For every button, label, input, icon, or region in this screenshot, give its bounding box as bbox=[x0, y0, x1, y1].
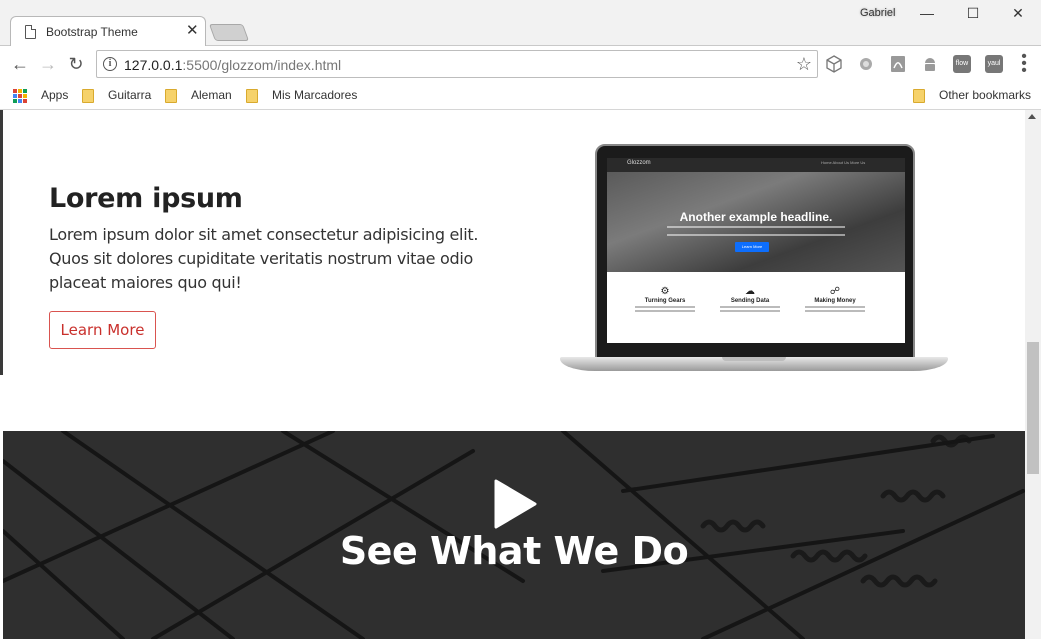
tab-title: Bootstrap Theme bbox=[46, 25, 138, 39]
close-tab-icon[interactable]: ✕ bbox=[186, 22, 199, 40]
browser-toolbar: ← → ↻ i 127.0.0.1:5500/glozzom/index.htm… bbox=[0, 46, 1041, 82]
browser-tab[interactable]: Bootstrap Theme ✕ bbox=[10, 16, 206, 47]
new-tab-button[interactable] bbox=[208, 24, 250, 41]
section-text: Lorem ipsum dolor sit amet consectetur a… bbox=[49, 225, 479, 292]
page-viewport: Lorem ipsum Lorem ipsum dolor sit amet c… bbox=[0, 110, 1025, 639]
bookmarks-bar: Apps Guitarra Aleman Mis Marcadores Othe… bbox=[0, 82, 1041, 110]
flow-extension-icon[interactable]: flow bbox=[953, 55, 971, 73]
apps-grid-icon[interactable] bbox=[13, 89, 27, 103]
pdf-extension-icon[interactable] bbox=[889, 55, 907, 73]
bookmark-guitarra[interactable]: Guitarra bbox=[108, 88, 151, 102]
bookmark-mis-marcadores[interactable]: Mis Marcadores bbox=[272, 88, 357, 102]
yaul-extension-icon[interactable]: yaul bbox=[985, 55, 1003, 73]
maximize-button[interactable]: ☐ bbox=[963, 4, 983, 22]
learn-more-button[interactable]: Learn More bbox=[49, 311, 156, 349]
cart-icon: ☍ bbox=[829, 286, 841, 297]
android-extension-icon[interactable] bbox=[921, 55, 939, 73]
scroll-up-icon[interactable] bbox=[1028, 114, 1036, 119]
laptop-lid: Glozzom Home About Us More Us Another ex… bbox=[595, 144, 915, 359]
url-text[interactable]: 127.0.0.1:5500/glozzom/index.html bbox=[124, 57, 341, 73]
bookmark-other[interactable]: Other bookmarks bbox=[939, 88, 1031, 102]
screen-hero-button: Learn More bbox=[735, 242, 769, 252]
screen-nav-links: Home About Us More Us bbox=[821, 160, 866, 165]
document-icon bbox=[25, 25, 36, 39]
section-title: Lorem ipsum bbox=[49, 183, 243, 214]
gear-icon: ⚙ bbox=[660, 286, 670, 297]
address-bar[interactable]: i 127.0.0.1:5500/glozzom/index.html ☆ bbox=[96, 50, 818, 78]
page-scrollbar[interactable] bbox=[1025, 110, 1041, 639]
play-icon[interactable] bbox=[493, 479, 537, 529]
back-button[interactable]: ← bbox=[10, 54, 30, 74]
screen-brand: Glozzom bbox=[627, 160, 651, 166]
folder-icon bbox=[246, 89, 258, 103]
circle-extension-icon[interactable] bbox=[857, 55, 875, 73]
cube-extension-icon[interactable] bbox=[825, 55, 843, 73]
bookmark-star-icon[interactable]: ☆ bbox=[796, 54, 812, 75]
tab-strip: Bootstrap Theme ✕ Gabriel — ☐ ✕ bbox=[0, 0, 1041, 47]
profile-name[interactable]: Gabriel bbox=[860, 7, 895, 19]
cloud-icon: ☁ bbox=[745, 286, 755, 297]
bookmark-apps[interactable]: Apps bbox=[41, 88, 68, 102]
laptop-image: Glozzom Home About Us More Us Another ex… bbox=[560, 144, 948, 384]
screen-hero-title: Another example headline. bbox=[679, 210, 833, 224]
screen-hero-subtext bbox=[667, 226, 845, 236]
laptop-notch bbox=[722, 357, 786, 361]
minimize-button[interactable]: — bbox=[917, 4, 937, 22]
bookmark-aleman[interactable]: Aleman bbox=[191, 88, 232, 102]
screen-feature: ⚙ Turning Gears bbox=[625, 286, 705, 312]
scroll-thumb[interactable] bbox=[1027, 342, 1039, 474]
browser-menu-icon[interactable]: • • • bbox=[1018, 49, 1030, 79]
folder-icon bbox=[913, 89, 925, 103]
screen-feature: ☁ Sending Data bbox=[710, 286, 790, 312]
window-edge bbox=[0, 110, 3, 375]
close-window-button[interactable]: ✕ bbox=[1008, 4, 1028, 22]
video-section: See What We Do bbox=[3, 431, 1025, 639]
folder-icon bbox=[82, 89, 94, 103]
laptop-screen: Glozzom Home About Us More Us Another ex… bbox=[607, 158, 905, 343]
video-title: See What We Do bbox=[339, 529, 689, 573]
reload-button[interactable]: ↻ bbox=[66, 54, 86, 74]
screen-feature: ☍ Making Money bbox=[795, 286, 875, 312]
screen-hero: Another example headline. Learn More bbox=[607, 172, 905, 272]
info-icon[interactable]: i bbox=[103, 57, 117, 71]
folder-icon bbox=[165, 89, 177, 103]
screen-navbar: Glozzom Home About Us More Us bbox=[607, 158, 905, 172]
forward-button[interactable]: → bbox=[38, 54, 58, 74]
screen-features: ⚙ Turning Gears ☁ Sending Data ☍ Making … bbox=[607, 272, 905, 336]
